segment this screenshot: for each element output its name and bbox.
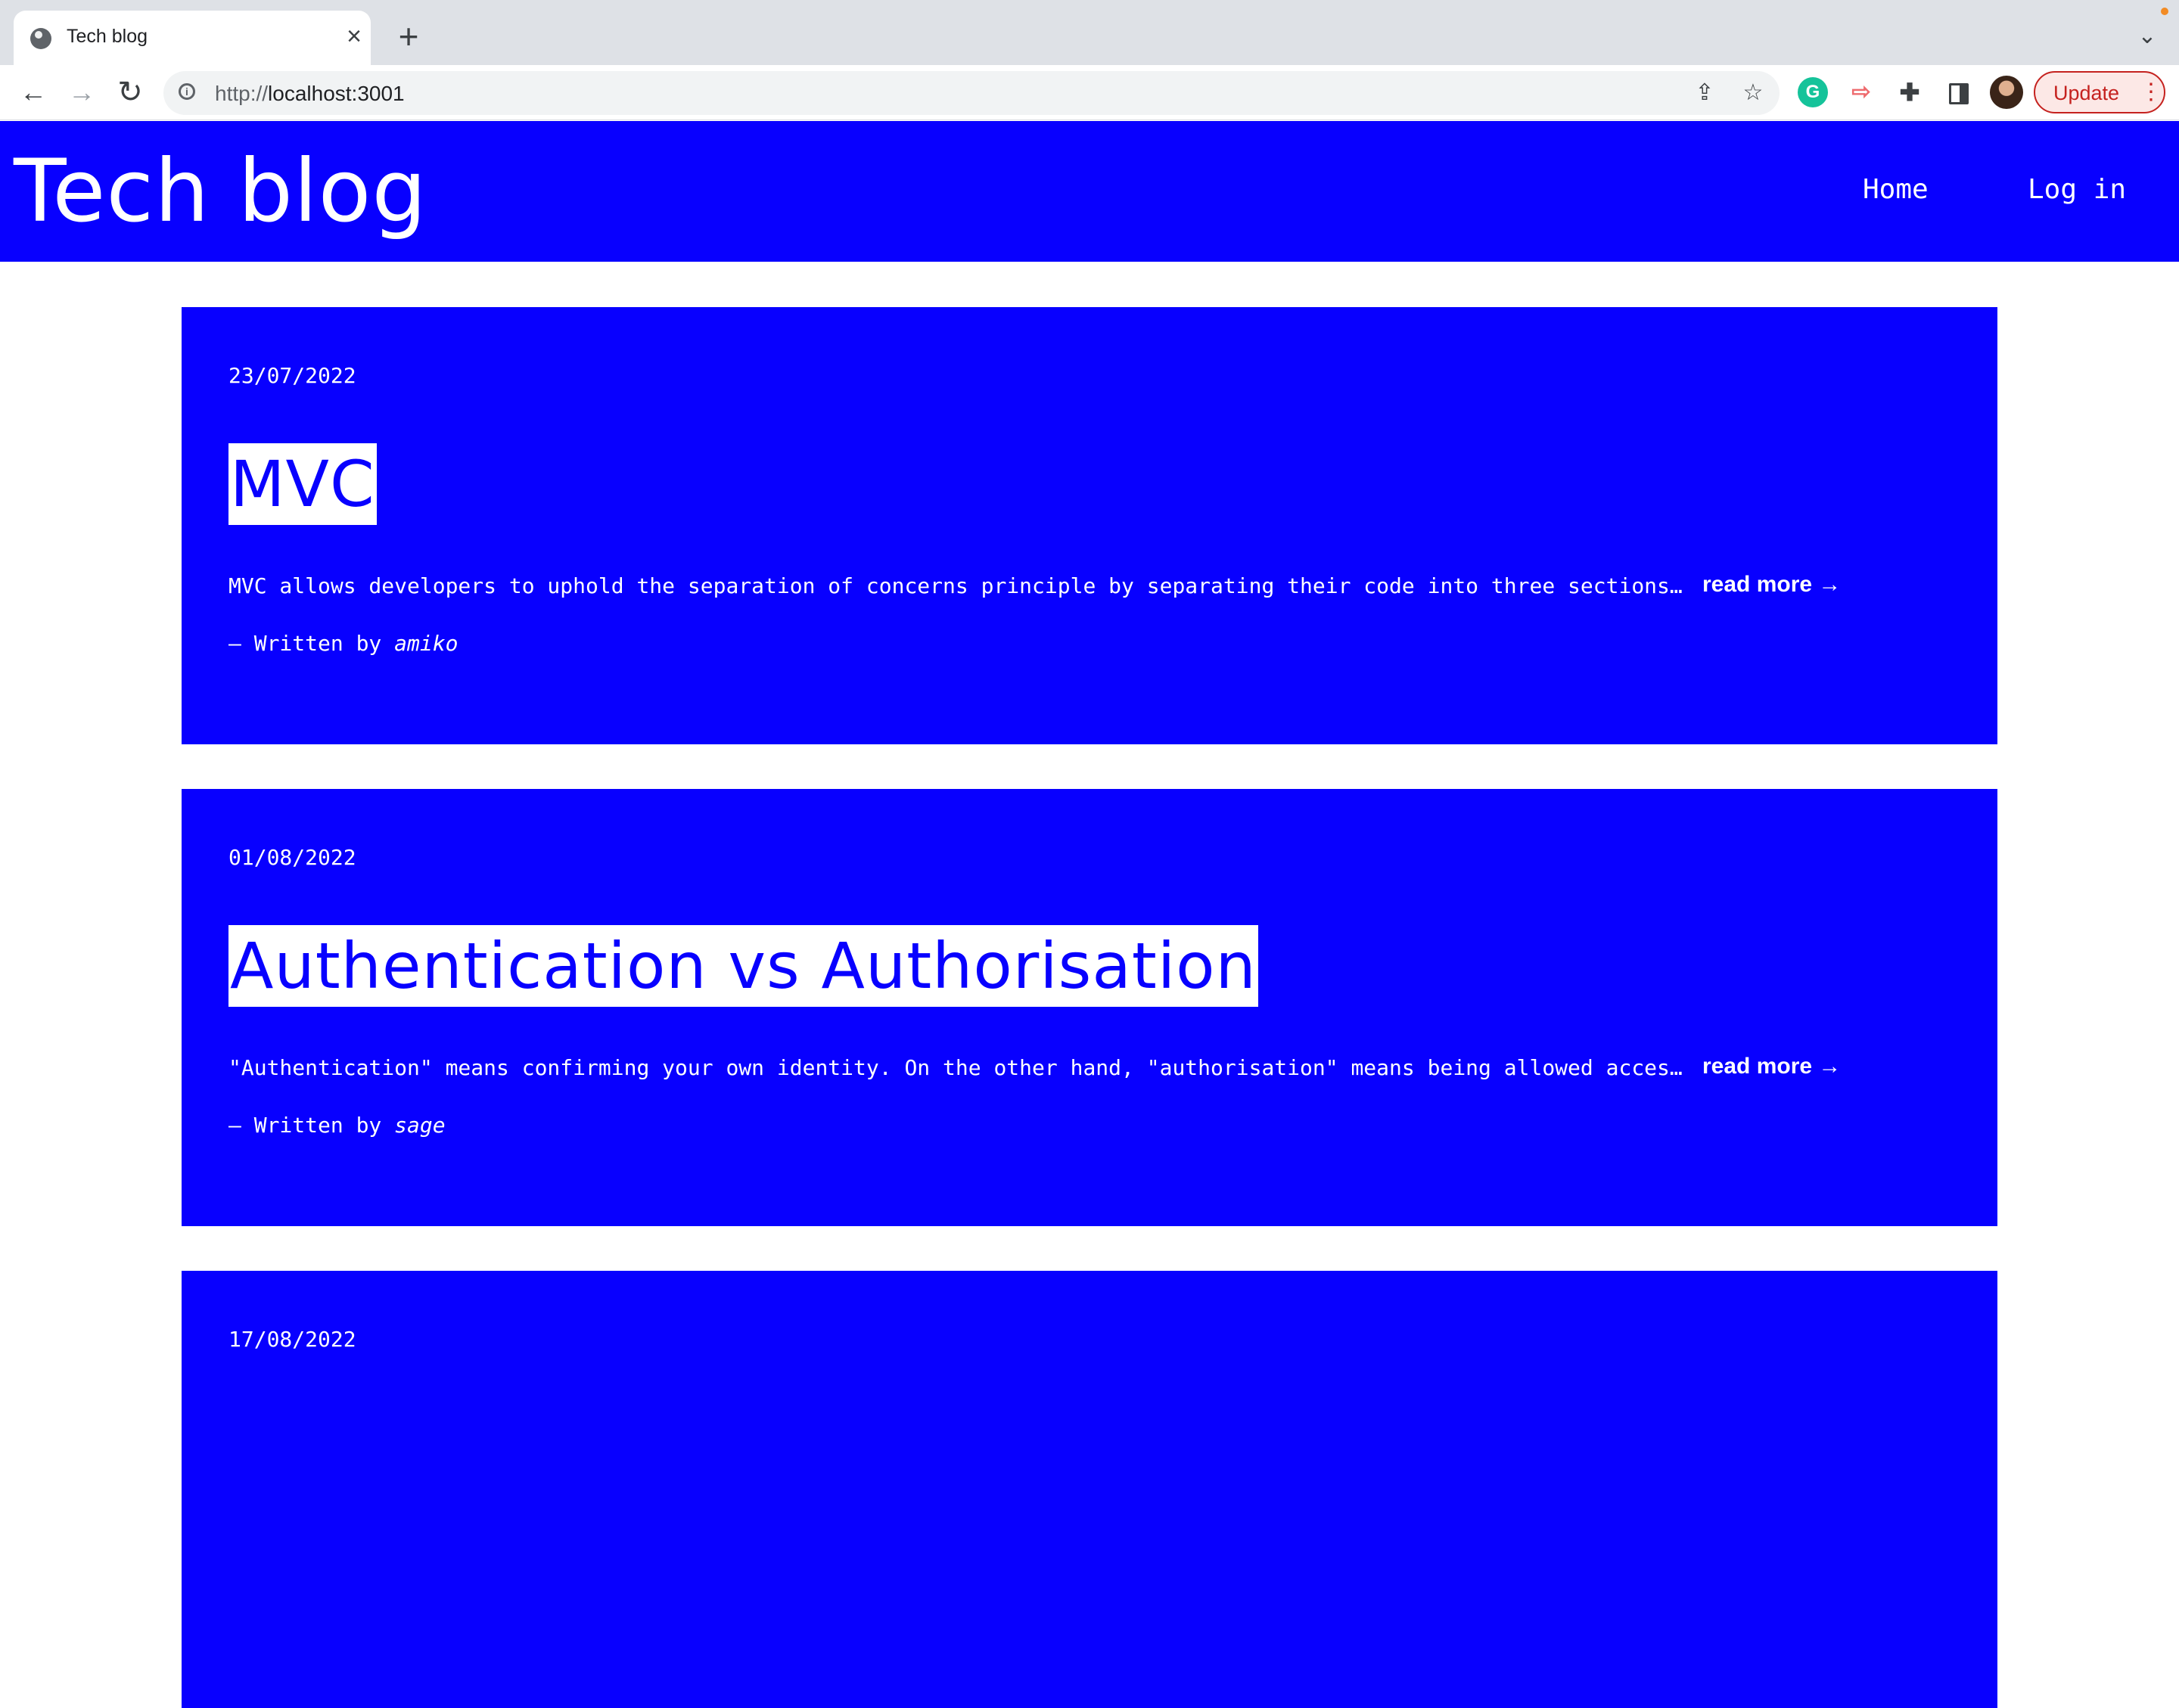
- post-card: 01/08/2022 Authentication vs Authorisati…: [182, 789, 1997, 1226]
- post-date: 23/07/2022: [228, 363, 356, 388]
- site-title: Tech blog: [14, 141, 427, 241]
- puzzle-icon[interactable]: ✚: [1895, 77, 1925, 107]
- byline-prefix: — Written by: [228, 1113, 395, 1138]
- info-icon[interactable]: i: [179, 83, 195, 100]
- address-bar[interactable]: i http://localhost:3001 ⇪ ☆: [163, 71, 1780, 115]
- post-excerpt: "Authentication" means confirming your o…: [228, 1055, 1832, 1080]
- forward-arrow-icon[interactable]: →: [65, 76, 98, 109]
- browser-tabstrip: Tech blog × + ⌄: [0, 0, 2179, 65]
- post-excerpt-text: MVC allows developers to uphold the sepa…: [228, 573, 1683, 598]
- back-arrow-icon[interactable]: ←: [17, 76, 50, 109]
- post-title[interactable]: MVC: [228, 443, 377, 525]
- side-panel-icon[interactable]: [1943, 77, 1973, 107]
- post-excerpt-text: "Authentication" means confirming your o…: [228, 1055, 1683, 1080]
- post-author: amiko: [394, 631, 458, 656]
- post-byline: — Written by amiko: [228, 631, 458, 656]
- kebab-menu-icon[interactable]: ⋮: [2140, 77, 2162, 107]
- nav-home-link[interactable]: Home: [1863, 174, 1929, 205]
- post-excerpt: MVC allows developers to uphold the sepa…: [228, 573, 1832, 598]
- plus-icon[interactable]: +: [393, 19, 424, 54]
- star-icon[interactable]: ☆: [1739, 79, 1767, 107]
- url-host: localhost:3001: [268, 82, 405, 105]
- read-more-link[interactable]: read more →: [1702, 572, 1841, 598]
- nav-login-link[interactable]: Log in: [2028, 174, 2126, 205]
- cast-icon[interactable]: ⇨: [1846, 77, 1876, 107]
- url-text[interactable]: http://localhost:3001: [215, 82, 405, 106]
- url-scheme: http://: [215, 82, 269, 105]
- post-date: 01/08/2022: [228, 845, 356, 870]
- globe-icon: [30, 28, 51, 49]
- post-title[interactable]: Authentication vs Authorisation: [228, 925, 1258, 1007]
- post-byline: — Written by sage: [228, 1113, 446, 1138]
- browser-toolbar: ← → ↻ i http://localhost:3001 ⇪ ☆ G ⇨ ✚ …: [0, 65, 2179, 120]
- notification-dot: [2161, 8, 2168, 15]
- grammarly-icon[interactable]: G: [1798, 77, 1828, 107]
- post-card: 17/08/2022: [182, 1271, 1997, 1708]
- byline-prefix: — Written by: [228, 631, 395, 656]
- avatar[interactable]: [1990, 76, 2023, 109]
- post-card: 23/07/2022 MVC MVC allows developers to …: [182, 307, 1997, 744]
- post-date: 17/08/2022: [228, 1327, 356, 1352]
- update-label: Update: [2053, 82, 2120, 104]
- share-icon[interactable]: ⇪: [1690, 79, 1719, 107]
- update-button[interactable]: Update ⋮: [2034, 71, 2165, 113]
- tab-title: Tech blog: [67, 26, 148, 47]
- post-author: sage: [394, 1113, 446, 1138]
- browser-tab[interactable]: Tech blog ×: [14, 11, 371, 65]
- chevron-down-icon[interactable]: ⌄: [2134, 23, 2161, 50]
- close-icon[interactable]: ×: [340, 23, 368, 50]
- read-more-link[interactable]: read more →: [1702, 1054, 1841, 1079]
- reload-icon[interactable]: ↻: [113, 76, 147, 109]
- site-header: Tech blog Home Log in: [0, 121, 2179, 262]
